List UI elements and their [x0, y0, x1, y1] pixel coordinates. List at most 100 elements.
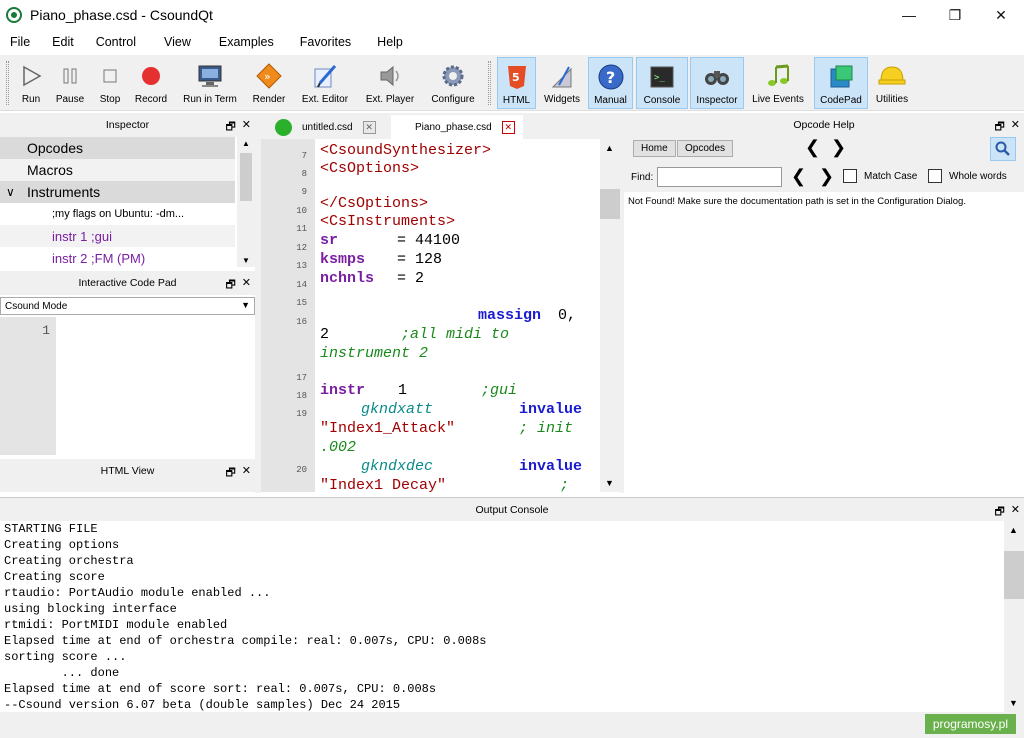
find-input[interactable]	[657, 167, 782, 187]
toolbar-grip[interactable]	[6, 61, 9, 105]
menu-examples[interactable]: Examples	[209, 35, 274, 49]
editor-scroll-thumb[interactable]	[600, 189, 620, 219]
float-dock-icon[interactable]: 🗗	[994, 503, 1004, 522]
close-dock-icon[interactable]: ✕	[242, 276, 251, 295]
close-dock-icon[interactable]: ✕	[1011, 503, 1020, 522]
match-case-checkbox[interactable]	[843, 169, 857, 183]
svg-text:»: »	[264, 70, 271, 83]
back-arrow-icon[interactable]: ❮	[805, 137, 820, 158]
scroll-up-icon[interactable]: ▲	[1009, 525, 1018, 535]
pause-button[interactable]: Pause	[52, 57, 88, 109]
scroll-up-icon[interactable]: ▲	[242, 139, 250, 148]
find-next-icon[interactable]: ❯	[819, 166, 834, 187]
toolbar-grip-2[interactable]	[488, 61, 491, 105]
editor-tabbar: untitled.csd ✕ Piano_phase.csd ✕	[261, 113, 624, 139]
inspector-scroll-thumb[interactable]	[240, 153, 252, 201]
tree-item-macros[interactable]: Macros	[0, 159, 235, 181]
run-button[interactable]: Run	[14, 57, 48, 109]
widgets-toggle-button[interactable]: Widgets	[542, 57, 582, 109]
manual-toggle-button[interactable]: ? Manual	[588, 57, 633, 109]
pen-edit-icon	[311, 62, 339, 90]
run-in-term-button[interactable]: Run in Term	[182, 57, 238, 109]
tree-item-instruments[interactable]: ∨ Instruments	[0, 181, 235, 203]
tree-item-flags-comment[interactable]: ;my flags on Ubuntu: -dm...	[0, 203, 235, 225]
maximize-button[interactable]: ❐	[932, 0, 978, 30]
codepad-icon	[827, 63, 855, 91]
html5-icon: 5	[503, 63, 531, 91]
close-dock-icon[interactable]: ✕	[1011, 118, 1020, 137]
help-home-button[interactable]: Home	[633, 140, 676, 157]
htmlview-header: HTML View 🗗 ✕	[0, 459, 255, 483]
record-button[interactable]: Record	[132, 57, 170, 109]
whole-words-checkbox[interactable]	[928, 169, 942, 183]
watermark: programosy.pl	[924, 714, 1016, 734]
tree-item-opcodes[interactable]: Opcodes	[0, 137, 235, 159]
splitter-right[interactable]	[620, 113, 624, 493]
code-editor[interactable]: <CsoundSynthesizer> <CsOptions> </CsOpti…	[315, 139, 600, 492]
console-header: Output Console 🗗 ✕	[0, 497, 1024, 521]
tree-item-instr-2[interactable]: instr 2 ;FM (PM)	[0, 247, 235, 269]
gear-icon	[439, 62, 467, 90]
float-dock-icon[interactable]: 🗗	[225, 118, 235, 137]
console-scrollbar[interactable]: ▲ ▼	[1004, 521, 1024, 712]
configure-button[interactable]: Configure	[430, 57, 476, 109]
console-scroll-thumb[interactable]	[1004, 551, 1024, 599]
forward-arrow-icon[interactable]: ❯	[831, 137, 846, 158]
htmlview-body	[0, 483, 255, 492]
tab-untitled[interactable]: untitled.csd ✕	[261, 115, 389, 139]
svg-text:5: 5	[512, 71, 520, 84]
live-events-toggle-button[interactable]: Live Events	[752, 57, 804, 109]
find-previous-icon[interactable]: ❮	[791, 166, 806, 187]
inspector-toggle-button[interactable]: Inspector	[690, 57, 744, 109]
help-opcodes-button[interactable]: Opcodes	[677, 140, 734, 157]
splitter-left[interactable]	[255, 113, 261, 493]
scroll-down-icon[interactable]: ▼	[605, 478, 614, 488]
inspector-scrollbar[interactable]: ▲ ▼	[237, 137, 255, 267]
render-button[interactable]: » Render	[252, 57, 286, 109]
chevron-down-icon[interactable]: ∨	[6, 185, 15, 199]
menu-file[interactable]: File	[0, 35, 30, 49]
menu-control[interactable]: Control	[86, 35, 136, 49]
menu-view[interactable]: View	[154, 35, 191, 49]
close-dock-icon[interactable]: ✕	[242, 464, 251, 483]
tree-item-instr-1[interactable]: instr 1 ;gui	[0, 225, 235, 247]
menu-favorites[interactable]: Favorites	[290, 35, 351, 49]
utilities-helmet-icon	[878, 62, 906, 90]
float-dock-icon[interactable]: 🗗	[225, 464, 235, 483]
editor-scrollbar[interactable]: ▲ ▼	[600, 139, 620, 492]
float-dock-icon[interactable]: 🗗	[994, 118, 1004, 137]
codepad-toggle-button[interactable]: CodePad	[814, 57, 868, 109]
float-dock-icon[interactable]: 🗗	[225, 276, 235, 295]
scroll-up-icon[interactable]: ▲	[605, 143, 614, 153]
menu-edit[interactable]: Edit	[42, 35, 74, 49]
music-note-icon	[764, 62, 792, 90]
codepad-editor[interactable]	[56, 317, 255, 455]
scroll-down-icon[interactable]: ▼	[1009, 698, 1018, 708]
menu-help[interactable]: Help	[367, 35, 403, 49]
codepad-mode-select[interactable]: Csound Mode ▼	[0, 297, 255, 315]
csoundqt-window: Piano_phase.csd - CsoundQt — ❐ ✕ File Ed…	[0, 0, 1024, 738]
tab-piano-phase[interactable]: Piano_phase.csd ✕	[391, 115, 523, 139]
stop-button[interactable]: Stop	[94, 57, 126, 109]
svg-text:>_: >_	[654, 73, 665, 83]
ext-player-button[interactable]: Ext. Player	[364, 57, 416, 109]
close-tab-icon[interactable]: ✕	[362, 120, 376, 134]
scroll-down-icon[interactable]: ▼	[242, 256, 250, 265]
minimize-button[interactable]: —	[886, 0, 932, 30]
console-toggle-button[interactable]: >_ Console	[636, 57, 688, 109]
close-dock-icon[interactable]: ✕	[242, 118, 251, 137]
opcode-help-header: Opcode Help 🗗 ✕	[624, 113, 1024, 137]
chevron-down-icon: ▼	[241, 300, 250, 310]
search-toggle-button[interactable]	[990, 137, 1016, 161]
utilities-toggle-button[interactable]: Utilities	[872, 57, 912, 109]
close-window-button[interactable]: ✕	[978, 0, 1024, 30]
ext-editor-button[interactable]: Ext. Editor	[300, 57, 350, 109]
close-tab-icon[interactable]: ✕	[501, 120, 515, 134]
svg-text:?: ?	[606, 68, 615, 87]
console-output[interactable]: STARTING FILE Creating options Creating …	[0, 521, 1004, 712]
menu-bar: File Edit Control View Examples Favorite…	[0, 31, 1024, 53]
help-question-icon: ?	[597, 63, 625, 91]
help-not-found-message: Not Found! Make sure the documentation p…	[628, 196, 966, 207]
html-toggle-button[interactable]: 5 HTML	[497, 57, 536, 109]
codepad-header: Interactive Code Pad 🗗 ✕	[0, 271, 255, 295]
